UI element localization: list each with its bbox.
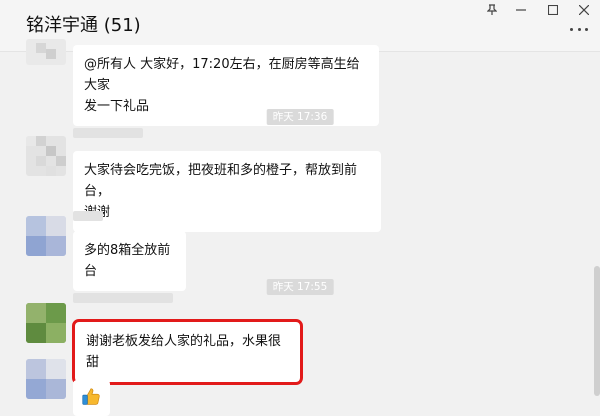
scrollbar[interactable] xyxy=(594,266,600,396)
message-text-line: 谢谢 xyxy=(84,202,370,223)
chat-title: 铭洋宇通 (51) xyxy=(26,15,141,36)
avatar[interactable] xyxy=(26,303,66,343)
message-bubble-highlighted[interactable]: 谢谢老板发给人家的礼品，水果很甜 xyxy=(72,319,303,385)
avatar[interactable] xyxy=(26,39,66,65)
chat-message-area[interactable]: @所有人 大家好，17:20左右，在厨房等高生给大家 发一下礼品 昨天 17:3… xyxy=(0,39,600,416)
message-text: 多的8箱全放前台 xyxy=(84,243,171,279)
sender-name xyxy=(73,128,143,138)
more-options-icon[interactable] xyxy=(570,22,588,36)
pin-icon[interactable] xyxy=(476,0,508,20)
avatar[interactable] xyxy=(26,216,66,256)
message-bubble[interactable] xyxy=(73,380,110,416)
timestamp: 昨天 17:36 xyxy=(266,109,334,125)
sender-name xyxy=(73,211,103,221)
message-text-line: 大家待会吃完饭，把夜班和多的橙子，帮放到前台， xyxy=(84,163,358,199)
message-text-line: @所有人 大家好，17:20左右，在厨房等高生给大家 xyxy=(84,57,360,93)
avatar[interactable] xyxy=(26,136,66,176)
avatar[interactable] xyxy=(26,359,66,399)
message-text: 谢谢老板发给人家的礼品，水果很甜 xyxy=(86,334,282,370)
close-button[interactable] xyxy=(568,0,600,20)
message-bubble[interactable]: 多的8箱全放前台 xyxy=(73,231,186,291)
minimize-button[interactable] xyxy=(505,0,537,20)
maximize-button[interactable] xyxy=(537,0,569,20)
timestamp: 昨天 17:55 xyxy=(266,279,334,295)
sender-name xyxy=(73,293,173,303)
message-bubble[interactable]: 大家待会吃完饭，把夜班和多的橙子，帮放到前台， 谢谢 xyxy=(73,151,381,232)
thumbs-up-icon xyxy=(82,388,100,405)
